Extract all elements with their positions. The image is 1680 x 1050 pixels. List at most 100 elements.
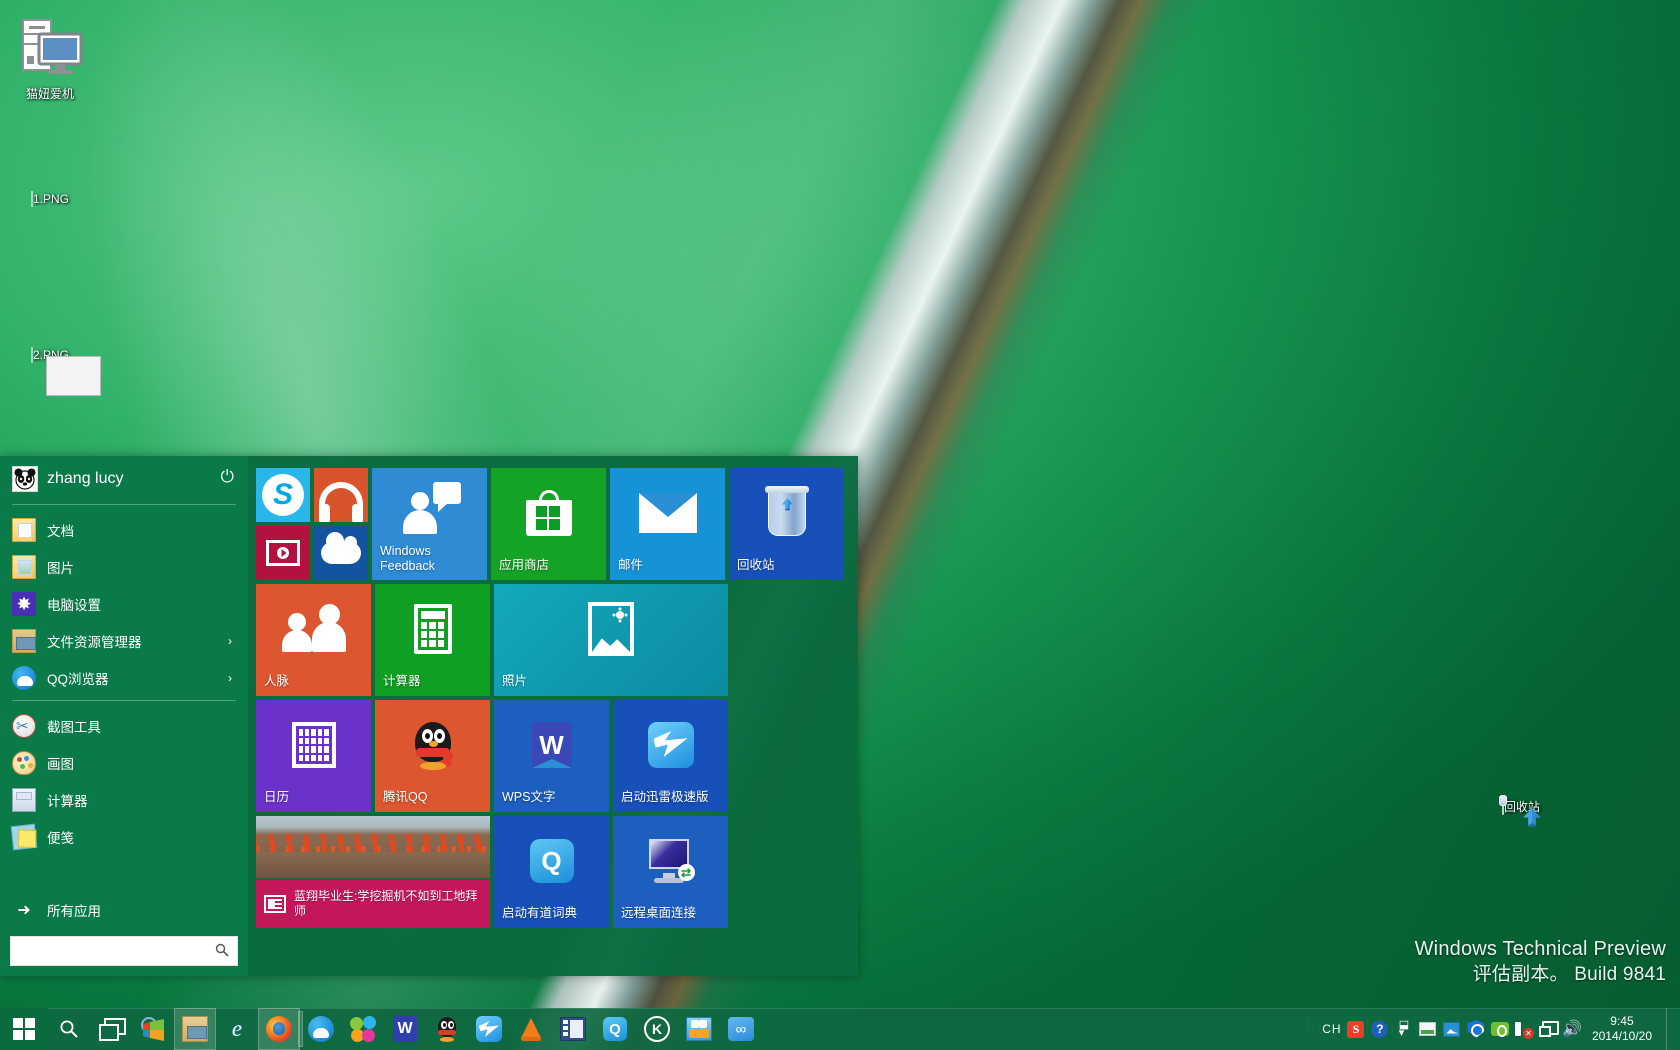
desktop-icon-image-1[interactable]: 1.PNG (4, 192, 96, 206)
sidebar-item-snipping-tool[interactable]: 截图工具 (0, 707, 248, 744)
taskbar-shadowsocks-button[interactable]: ∞ (720, 1008, 762, 1050)
tile-label: WPS文字 (494, 790, 609, 812)
monitor-icon[interactable] (1418, 1008, 1438, 1050)
tile-grid[interactable]: S Windows Feedback (256, 468, 856, 958)
tile-store[interactable]: 应用商店 (491, 468, 606, 580)
taskbar-kugou-button[interactable]: K (636, 1008, 678, 1050)
show-desktop-button[interactable] (1666, 1008, 1674, 1050)
sidebar-item-qq-browser[interactable]: QQ浏览器 › (0, 659, 248, 696)
shadowsocks-icon: ∞ (728, 1017, 754, 1041)
sticky-notes-icon (11, 823, 37, 849)
taskbar-windows-update-button[interactable] (132, 1008, 174, 1050)
task-view-icon (98, 1016, 124, 1042)
watermark-line-1: Windows Technical Preview (1415, 936, 1666, 962)
snipping-tool-icon (12, 714, 36, 738)
search-box[interactable] (10, 936, 238, 966)
tile-tencent-qq[interactable]: 腾讯QQ (375, 700, 490, 812)
avatar[interactable] (12, 466, 38, 492)
internet-explorer-icon: e (224, 1016, 250, 1042)
taskbar-tencent-qq-button[interactable] (426, 1008, 468, 1050)
sidebar-item-pictures[interactable]: 图片 (0, 548, 248, 585)
taskbar-internet-explorer-button[interactable]: e (216, 1008, 258, 1050)
tile-remote-desktop[interactable]: ⇄ 远程桌面连接 (613, 816, 728, 928)
desktop-icon-recycle-bin[interactable]: 回收站 (1478, 800, 1564, 814)
desktop-icon-computer[interactable]: 猫妞爱机 (4, 18, 96, 101)
sogou-icon[interactable]: S (1346, 1008, 1366, 1050)
taskbar-qq-browser-button[interactable] (300, 1008, 342, 1050)
tile-mail[interactable]: 邮件 (610, 468, 725, 580)
network-error-icon[interactable] (1514, 1008, 1534, 1050)
wallet-icon[interactable] (1490, 1008, 1510, 1050)
sidebar-item-label: 文件资源管理器 (47, 631, 142, 651)
chevron-right-icon: › (228, 634, 232, 648)
search-area[interactable] (0, 928, 248, 976)
chevron-right-icon: › (228, 671, 232, 685)
help-icon[interactable]: ? (1370, 1008, 1390, 1050)
sidebar-item-file-explorer[interactable]: 文件资源管理器 › (0, 622, 248, 659)
tile-recycle-bin[interactable]: 回收站 (729, 468, 844, 580)
sidebar-item-label: 截图工具 (47, 716, 101, 736)
network-icon[interactable] (1538, 1008, 1558, 1050)
watermark-line-2: 评估副本。 Build 9841 (1415, 962, 1666, 988)
start-menu-left-panel[interactable]: zhang lucy ⏻ 文档 图片 ✸ 电脑设置 文件资源管理器 › (0, 456, 248, 976)
clock[interactable]: 9:45 2014/10/20 (1586, 1014, 1662, 1044)
tile-label: 日历 (256, 790, 371, 812)
search-icon[interactable] (215, 943, 229, 960)
tile-calendar[interactable]: 日历 (256, 700, 371, 812)
sidebar-item-pc-settings[interactable]: ✸ 电脑设置 (0, 585, 248, 622)
system-tray[interactable]: CH S ? ⬓▾ 🔊 9:45 2014/10/20 (1322, 1008, 1680, 1050)
taskbar-task-view-button[interactable] (90, 1008, 132, 1050)
taskbar-flower-app-button[interactable] (342, 1008, 384, 1050)
tile-youdao-dict[interactable]: Q 启动有道词典 (494, 816, 609, 928)
taskbar-guandan-game-button[interactable] (678, 1008, 720, 1050)
tile-skype[interactable]: S (256, 468, 310, 522)
taskbar-firefox-button[interactable] (258, 1008, 300, 1050)
tiles-area[interactable]: S Windows Feedback (248, 456, 858, 976)
shield-icon[interactable] (1466, 1008, 1486, 1050)
chevron-up-icon[interactable]: ⬓▾ (1394, 1008, 1414, 1050)
taskbar-wps-writer-button[interactable]: W (384, 1008, 426, 1050)
picture-icon[interactable] (1442, 1008, 1462, 1050)
skype-icon: S (256, 468, 310, 522)
tile-label: 回收站 (729, 558, 844, 580)
taskbar[interactable]: e W Q K (0, 1008, 1680, 1050)
calculator-icon (12, 788, 36, 812)
tile-news[interactable]: 蓝翔毕业生:学挖掘机不如到工地拜师 (256, 816, 490, 928)
taskbar-search-button[interactable] (48, 1008, 90, 1050)
search-input[interactable] (19, 937, 211, 965)
png-thumbnail-icon (31, 191, 33, 207)
tile-label: 人脉 (256, 674, 371, 696)
sidebar-item-calculator[interactable]: 计算器 (0, 781, 248, 818)
file-explorer-icon (12, 629, 36, 653)
sidebar-item-all-apps[interactable]: ➜ 所有应用 (0, 891, 248, 928)
vlc-cone-icon (518, 1016, 544, 1042)
sidebar-item-sticky-notes[interactable]: 便笺 (0, 818, 248, 855)
tile-photos[interactable]: 照片 (494, 584, 728, 696)
tile-calculator[interactable]: 计算器 (375, 584, 490, 696)
settings-gear-icon: ✸ (12, 592, 36, 616)
tile-thunder-express[interactable]: 启动迅雷极速版 (613, 700, 728, 812)
taskbar-media-player-button[interactable] (552, 1008, 594, 1050)
desktop[interactable]: 猫妞爱机 1.PNG 2.PNG 回收站 Windows Technical P… (0, 0, 1680, 1050)
tile-people[interactable]: 人脉 (256, 584, 371, 696)
taskbar-vlc-button[interactable] (510, 1008, 552, 1050)
start-button[interactable] (0, 1008, 48, 1050)
tile-music[interactable] (314, 468, 368, 522)
taskbar-youdao-button[interactable]: Q (594, 1008, 636, 1050)
sidebar-item-paint[interactable]: 画图 (0, 744, 248, 781)
taskbar-thunder-button[interactable] (468, 1008, 510, 1050)
user-row[interactable]: zhang lucy ⏻ (0, 456, 248, 500)
speaker-icon[interactable]: 🔊 (1562, 1008, 1582, 1050)
tile-onedrive[interactable] (314, 526, 368, 580)
language-indicator[interactable]: CH (1322, 1008, 1342, 1050)
power-button[interactable]: ⏻ (221, 468, 234, 485)
tile-windows-feedback[interactable]: Windows Feedback (372, 468, 487, 580)
desktop-icon-image-2[interactable]: 2.PNG (4, 348, 96, 362)
tile-wps-writer[interactable]: W WPS文字 (494, 700, 609, 812)
qq-penguin-icon (435, 1016, 459, 1042)
tile-video[interactable] (256, 526, 310, 580)
desktop-icon-label: 1.PNG (33, 192, 69, 206)
start-menu[interactable]: zhang lucy ⏻ 文档 图片 ✸ 电脑设置 文件资源管理器 › (0, 456, 858, 976)
sidebar-item-documents[interactable]: 文档 (0, 511, 248, 548)
taskbar-file-explorer-button[interactable] (174, 1008, 216, 1050)
